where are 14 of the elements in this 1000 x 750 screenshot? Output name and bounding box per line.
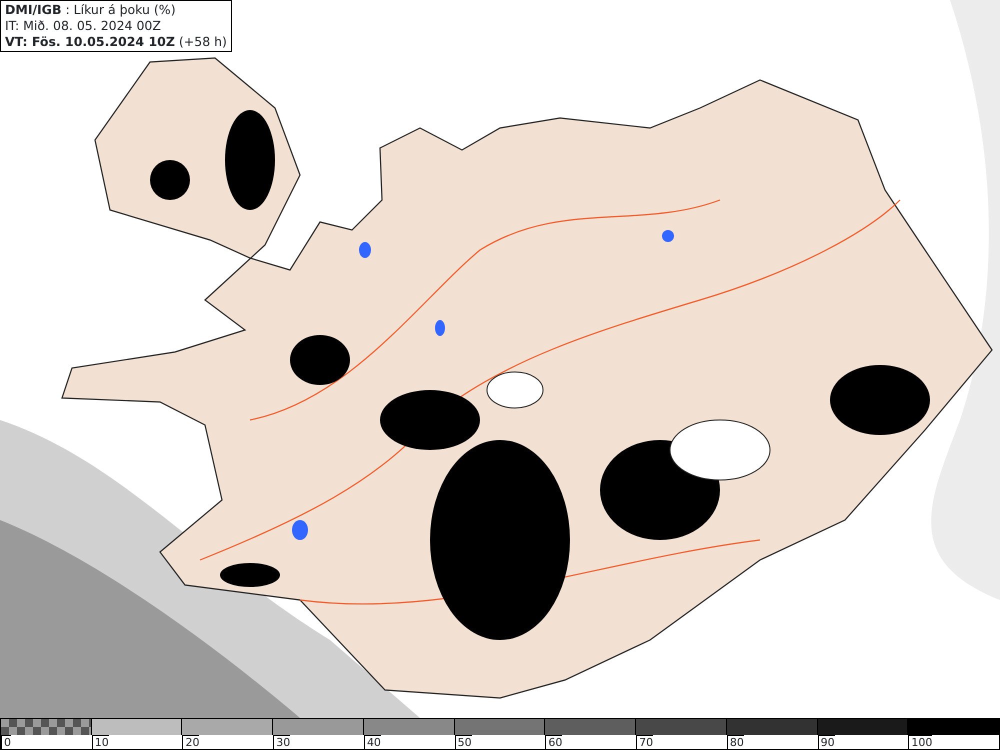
legend-label: 70 bbox=[636, 735, 654, 749]
map-title: DMI/IGB : Líkur á þoku (%) bbox=[5, 2, 177, 18]
legend-label: 50 bbox=[454, 735, 472, 749]
legend-label: 0 bbox=[1, 735, 11, 749]
issue-time-text: IT: Mið. 08. 05. 2024 00Z bbox=[5, 18, 162, 34]
legend-label: 40 bbox=[364, 735, 381, 749]
legend-label: 30 bbox=[273, 735, 290, 749]
legend-label: 10 bbox=[92, 735, 109, 749]
legend-label: 80 bbox=[726, 735, 744, 749]
legend-label: 60 bbox=[545, 735, 562, 749]
valid-time-text: VT: Fös. 10.05.2024 10Z (+58 h) bbox=[5, 34, 227, 50]
legend-label: 90 bbox=[818, 735, 835, 749]
legend-label: 20 bbox=[182, 735, 200, 749]
legend-label: 100 bbox=[908, 735, 932, 749]
